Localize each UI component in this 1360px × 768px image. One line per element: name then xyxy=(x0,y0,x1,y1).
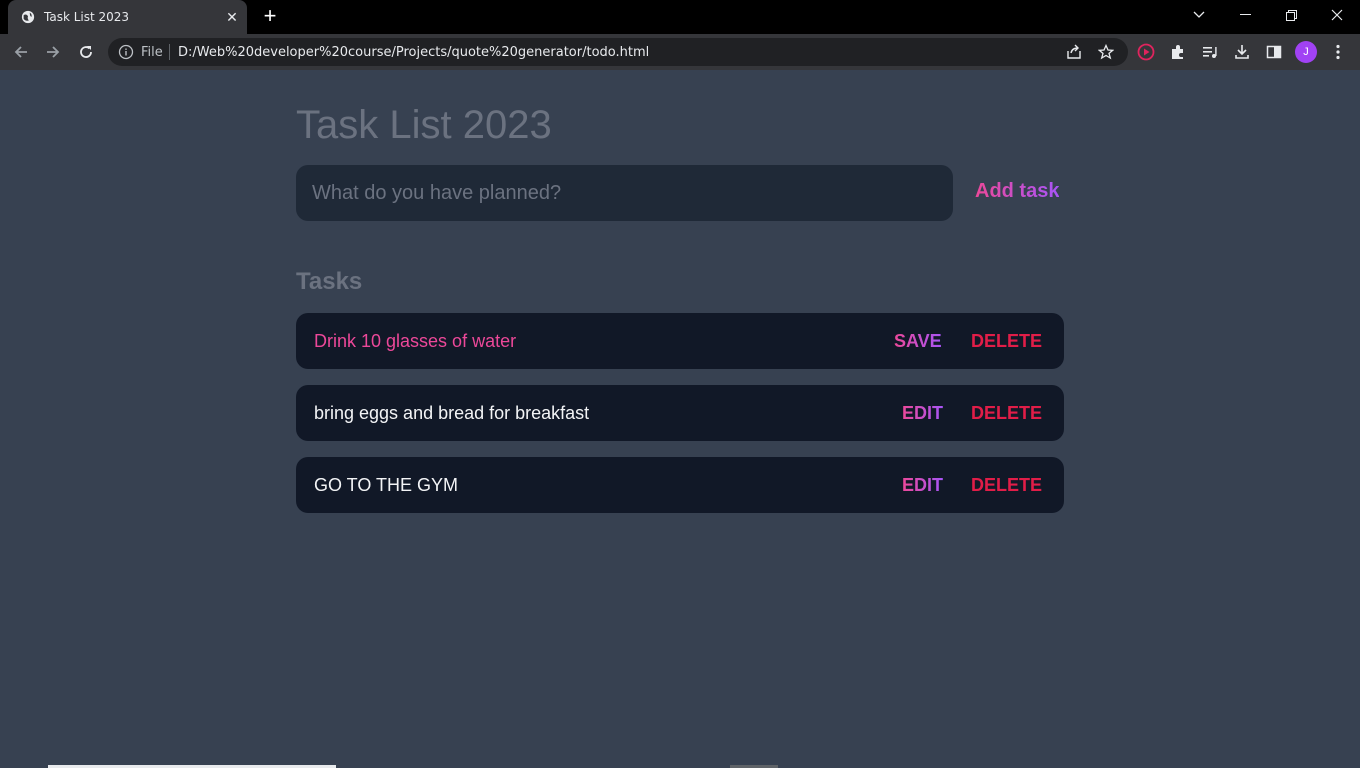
omnibox-divider xyxy=(169,44,170,60)
minimize-icon[interactable] xyxy=(1222,0,1268,30)
task-item: GO TO THE GYM EDIT DELETE xyxy=(296,457,1064,513)
back-icon[interactable] xyxy=(10,41,32,63)
share-icon[interactable] xyxy=(1063,41,1085,63)
restore-icon[interactable] xyxy=(1268,0,1314,30)
tab-search-icon[interactable] xyxy=(1176,0,1222,30)
page-title: Task List 2023 xyxy=(296,103,552,147)
extension-record-icon[interactable] xyxy=(1135,41,1157,63)
download-icon[interactable] xyxy=(1231,41,1253,63)
new-tab-icon[interactable]: + xyxy=(259,5,281,28)
media-control-icon[interactable] xyxy=(1199,41,1221,63)
edit-button[interactable]: EDIT xyxy=(902,403,943,424)
globe-icon xyxy=(21,10,35,24)
browser-tab[interactable]: Task List 2023 ✕ xyxy=(8,0,247,34)
close-tab-icon[interactable]: ✕ xyxy=(223,8,241,26)
task-text: bring eggs and bread for breakfast xyxy=(314,403,590,423)
reload-icon[interactable] xyxy=(75,41,97,63)
more-menu-icon[interactable] xyxy=(1327,41,1349,63)
extensions-puzzle-icon[interactable] xyxy=(1167,41,1189,63)
new-task-input[interactable] xyxy=(296,165,953,221)
browser-toolbar: File D:/Web%20developer%20course/Project… xyxy=(0,34,1360,70)
bookmark-star-icon[interactable] xyxy=(1095,41,1117,63)
address-bar[interactable]: File D:/Web%20developer%20course/Project… xyxy=(108,38,1128,66)
add-task-button[interactable]: Add task xyxy=(975,180,1059,203)
tab-title: Task List 2023 xyxy=(44,10,130,24)
delete-button[interactable]: DELETE xyxy=(971,403,1042,424)
browser-tab-strip: Task List 2023 ✕ + xyxy=(0,0,1360,34)
delete-button[interactable]: DELETE xyxy=(971,475,1042,496)
side-panel-icon[interactable] xyxy=(1263,41,1285,63)
info-icon[interactable] xyxy=(118,44,134,60)
task-item: bring eggs and bread for breakfast EDIT … xyxy=(296,385,1064,441)
close-window-icon[interactable] xyxy=(1314,0,1360,30)
task-text: GO TO THE GYM xyxy=(314,475,459,495)
edit-button[interactable]: EDIT xyxy=(902,475,943,496)
task-text-input[interactable]: Drink 10 glasses of water xyxy=(314,331,516,352)
scheme-label: File xyxy=(141,45,163,60)
tasks-heading: Tasks xyxy=(296,268,363,295)
task-item: Drink 10 glasses of water SAVE DELETE xyxy=(296,313,1064,369)
delete-button[interactable]: DELETE xyxy=(971,331,1042,352)
save-button[interactable]: SAVE xyxy=(894,331,942,352)
profile-avatar[interactable]: J xyxy=(1295,41,1317,63)
url-text[interactable]: D:/Web%20developer%20course/Projects/quo… xyxy=(178,45,649,60)
forward-icon[interactable] xyxy=(42,41,64,63)
